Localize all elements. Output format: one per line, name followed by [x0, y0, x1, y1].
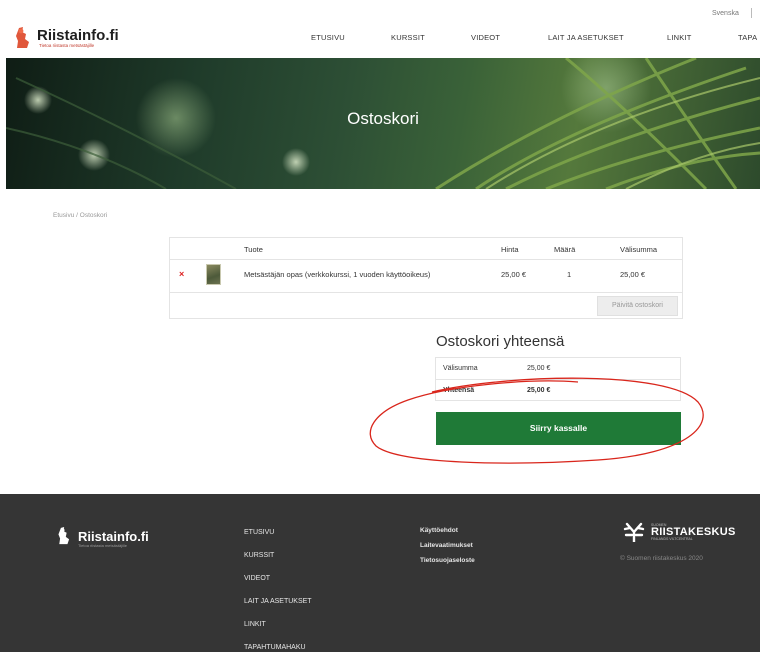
footer-link-kayttoehdot[interactable]: Käyttöehdot — [420, 527, 458, 534]
row-divider — [170, 292, 682, 293]
nav-etusivu[interactable]: ETUSIVU — [311, 33, 345, 42]
subtotal-label: Välisumma — [443, 365, 478, 372]
breadcrumb-separator: / — [76, 212, 78, 219]
row-divider — [170, 259, 682, 260]
remove-item-icon[interactable]: × — [179, 269, 184, 279]
product-thumbnail[interactable] — [206, 264, 221, 285]
copyright-text: © Suomen riistakeskus 2020 — [620, 555, 703, 562]
cart-totals-title: Ostoskori yhteensä — [436, 333, 565, 350]
site-footer: Riistainfo.fi Tietoa riistasta metsästäj… — [0, 494, 760, 652]
nav-lait-ja-asetukset[interactable]: LAIT JA ASETUKSET — [548, 33, 624, 42]
footer-logo-name: Riistainfo.fi — [78, 528, 149, 544]
nav-videot[interactable]: VIDEOT — [471, 33, 500, 42]
breadcrumb-home[interactable]: Etusivu — [53, 212, 74, 219]
product-name-link[interactable]: Metsästäjän opas (verkkokurssi, 1 vuoden… — [244, 270, 430, 279]
item-subtotal: 25,00 € — [620, 270, 646, 279]
nav-linkit[interactable]: LINKIT — [667, 33, 692, 42]
footer-logo[interactable]: Riistainfo.fi Tietoa riistasta metsästäj… — [56, 526, 149, 548]
breadcrumb-current: Ostoskori — [79, 212, 108, 219]
footer-logo-tagline: Tietoa riistasta metsästäjille — [78, 543, 127, 548]
footer-link-tietosuojaseloste[interactable]: Tietosuojaseloste — [420, 557, 475, 564]
language-link[interactable]: Svenska — [712, 10, 739, 17]
main-nav: ETUSIVU KURSSIT VIDEOT LAIT JA ASETUKSET… — [0, 33, 760, 45]
antlers-logo-icon — [623, 522, 645, 542]
header-quantity: Määrä — [554, 245, 576, 254]
nav-tapahtumahaku[interactable]: TAPA — [738, 33, 757, 42]
red-annotation-circle — [369, 377, 704, 464]
hero-banner: Ostoskori — [6, 58, 760, 189]
riistakeskus-small-top: SUOMEN — [651, 523, 667, 527]
language-separator — [751, 8, 752, 18]
riistakeskus-logo[interactable]: RIISTAKESKUS SUOMEN FINLANDS VILTCENTRAL — [621, 522, 736, 542]
header-subtotal: Välisumma — [620, 245, 658, 254]
footer-nav-linkit[interactable]: LINKIT — [244, 621, 266, 628]
item-quantity-input[interactable]: 1 — [567, 270, 571, 279]
footer-nav-lait-ja-asetukset[interactable]: LAIT JA ASETUKSET — [244, 598, 312, 605]
hunter-logo-icon — [58, 527, 70, 545]
footer-nav-tapahtumahaku[interactable]: TAPAHTUMAHAKU — [244, 644, 306, 651]
footer-nav-videot[interactable]: VIDEOT — [244, 575, 270, 582]
header-price: Hinta — [501, 245, 519, 254]
header-product: Tuote — [244, 245, 263, 254]
nav-kurssit[interactable]: KURSSIT — [391, 33, 425, 42]
footer-nav-kurssit[interactable]: KURSSIT — [244, 552, 274, 559]
footer-nav-etusivu[interactable]: ETUSIVU — [244, 529, 274, 536]
breadcrumb: Etusivu / Ostoskori — [53, 212, 107, 219]
footer-link-laitevaatimukset[interactable]: Laitevaatimukset — [420, 542, 473, 549]
subtotal-value: 25,00 € — [527, 365, 551, 372]
item-price: 25,00 € — [501, 270, 527, 279]
cart-table: Tuote Hinta Määrä Välisumma × Metsästäjä… — [169, 237, 683, 319]
riistakeskus-small-bottom: FINLANDS VILTCENTRAL — [651, 537, 693, 541]
page-title: Ostoskori — [347, 109, 419, 128]
update-cart-button[interactable]: Päivitä ostoskori — [597, 296, 678, 316]
